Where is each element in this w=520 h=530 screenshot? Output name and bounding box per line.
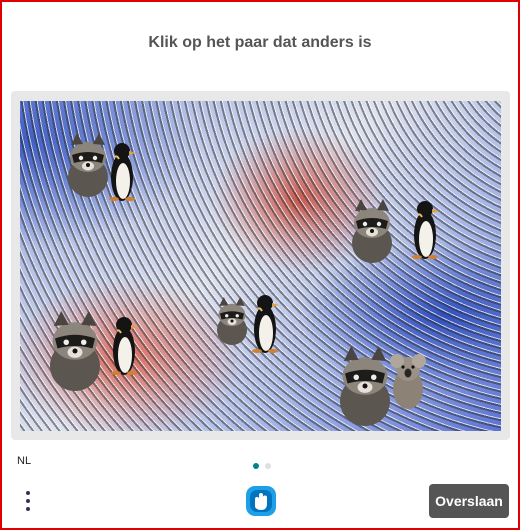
raccoon-icon xyxy=(340,346,390,426)
challenge-instruction: Klik op het paar dat anders is xyxy=(148,34,372,51)
penguin-icon xyxy=(108,142,137,202)
hcaptcha-hand-icon[interactable] xyxy=(244,484,278,518)
pair-right-upper[interactable] xyxy=(352,199,440,263)
raccoon-icon xyxy=(217,297,247,345)
page-dot xyxy=(265,463,272,469)
skip-button[interactable]: Overslaan xyxy=(429,484,509,518)
pair-center[interactable] xyxy=(217,294,280,354)
vertical-dots-icon[interactable] xyxy=(20,489,36,517)
raccoon-icon xyxy=(50,311,100,391)
animal-pairs-layer xyxy=(50,133,440,426)
pair-bottom-left[interactable] xyxy=(50,311,139,391)
raccoon-icon xyxy=(68,133,108,197)
pair-bottom-right[interactable] xyxy=(340,346,426,426)
page-dot-active xyxy=(253,463,259,469)
penguin-icon xyxy=(251,294,280,354)
challenge-image[interactable] xyxy=(20,101,501,431)
page-indicator xyxy=(253,456,273,474)
raccoon-icon xyxy=(352,199,392,263)
challenge-panel xyxy=(11,91,510,440)
koala-icon xyxy=(390,354,426,409)
pair-top-left[interactable] xyxy=(68,133,137,202)
penguin-icon xyxy=(110,316,139,376)
penguin-icon xyxy=(411,200,440,260)
language-selector[interactable]: NL xyxy=(17,455,31,467)
